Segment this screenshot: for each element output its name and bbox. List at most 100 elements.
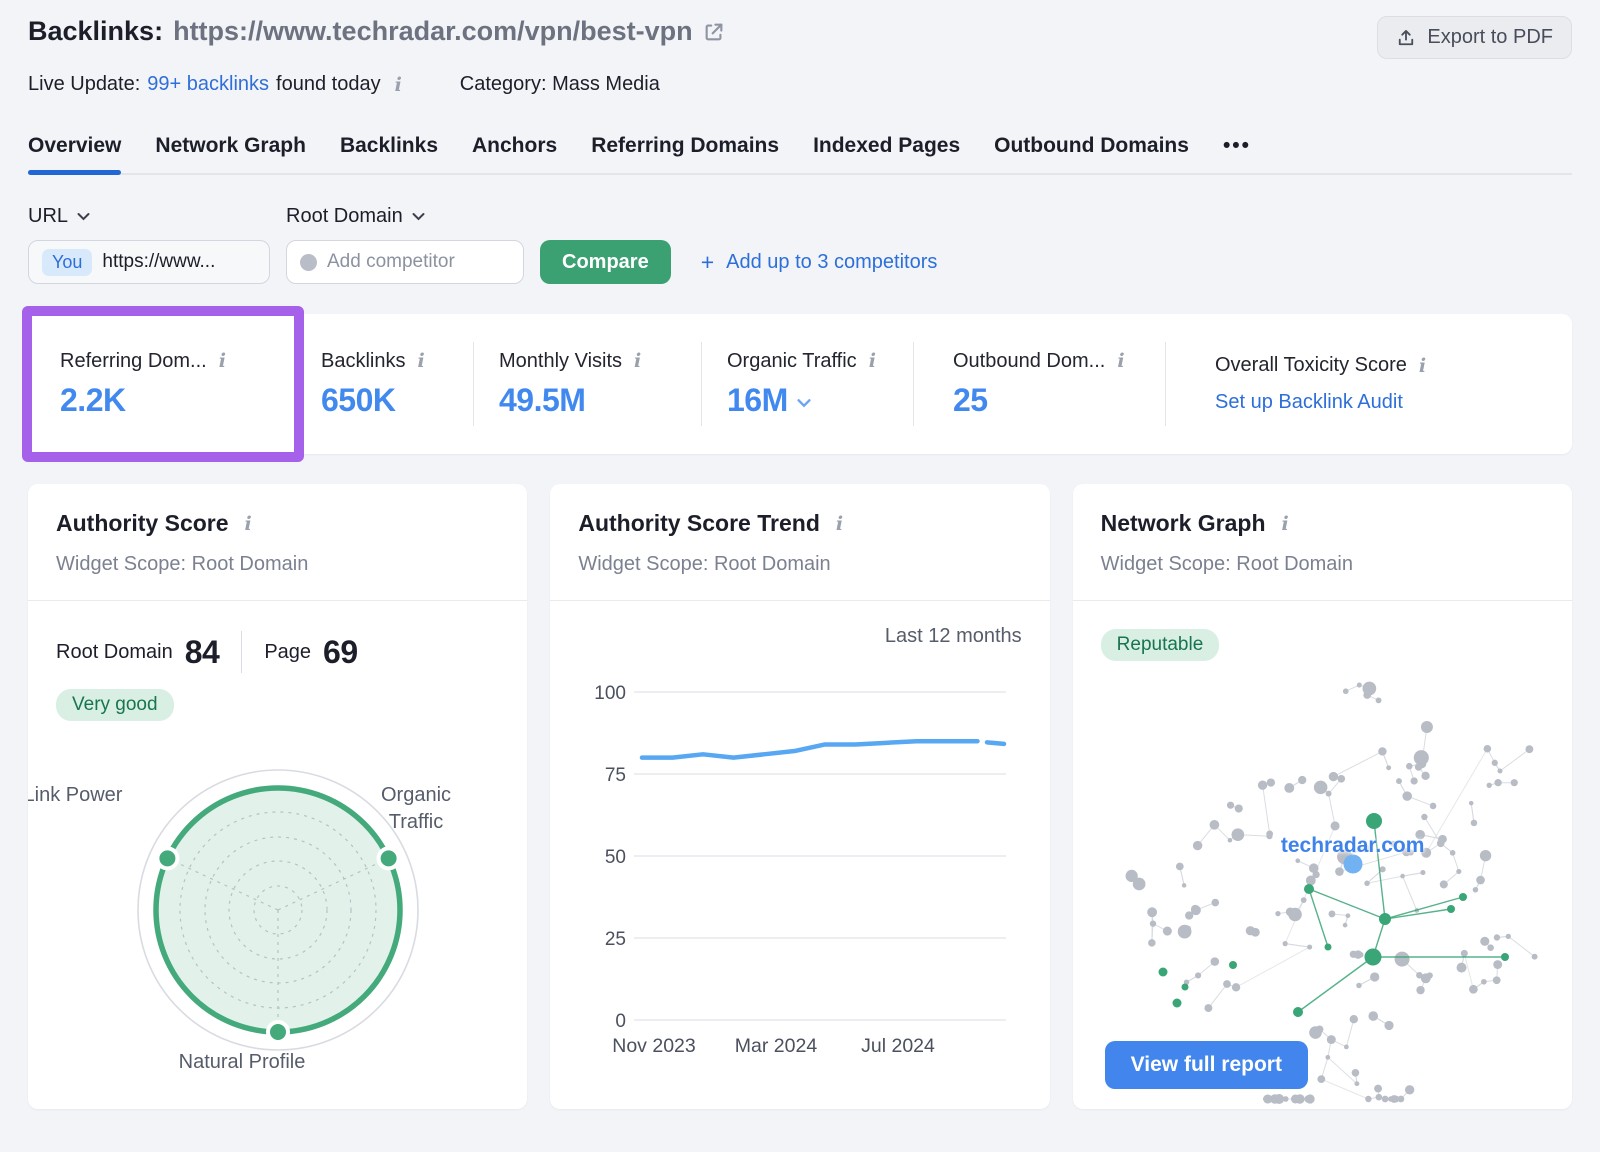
info-icon[interactable]: i xyxy=(393,74,404,96)
metric-label: Outbound Dom... xyxy=(953,350,1105,373)
divider xyxy=(241,631,242,673)
metric-organic-traffic[interactable]: Organic Traffic i 16M xyxy=(701,314,913,454)
compare-button[interactable]: Compare xyxy=(540,240,671,284)
favicon-placeholder-icon xyxy=(300,254,317,271)
tab-indexed-pages[interactable]: Indexed Pages xyxy=(813,134,960,173)
tab-anchors[interactable]: Anchors xyxy=(472,134,557,173)
root-domain-score-label: Root Domain xyxy=(56,641,173,664)
widget-scope-label: Widget Scope: Root Domain xyxy=(1101,553,1544,576)
page-title-url: https://www.techradar.com/vpn/best-vpn xyxy=(173,16,693,47)
authority-score-card: Authority Score i Widget Scope: Root Dom… xyxy=(28,484,527,1109)
live-update-suffix: found today xyxy=(276,73,381,96)
metric-monthly-visits[interactable]: Monthly Visits i 49.5M xyxy=(473,314,701,454)
info-icon[interactable]: i xyxy=(415,350,426,372)
metric-value: 650K xyxy=(321,382,473,419)
authority-score-radar: Link Power Organic Traffic Natural Profi… xyxy=(28,721,527,1101)
plus-icon: + xyxy=(701,249,714,276)
svg-text:50: 50 xyxy=(605,847,626,868)
url-scope-label: URL xyxy=(28,205,68,228)
metrics-bar: Referring Dom... i 2.2K Backlinks i 650K… xyxy=(28,314,1572,454)
export-to-pdf-label: Export to PDF xyxy=(1427,26,1553,49)
metric-value: 49.5M xyxy=(499,382,701,419)
tab-outbound-domains[interactable]: Outbound Domains xyxy=(994,134,1189,173)
backlinks-overview-page: Backlinks: https://www.techradar.com/vpn… xyxy=(0,0,1600,1152)
radar-point-link-power[interactable] xyxy=(157,848,177,868)
radar-axis-natural-profile: Natural Profile xyxy=(142,1049,342,1076)
svg-text:0: 0 xyxy=(616,1011,627,1032)
metric-label: Organic Traffic xyxy=(727,350,857,373)
export-to-pdf-button[interactable]: Export to PDF xyxy=(1377,16,1572,59)
metric-backlinks[interactable]: Backlinks i 650K xyxy=(305,314,473,454)
card-title: Authority Score xyxy=(56,510,229,537)
filter-selectors: URL Root Domain xyxy=(28,205,1572,228)
score-row: Root Domain 84 Page 69 xyxy=(28,601,527,673)
report-tabs: Overview Network Graph Backlinks Anchors… xyxy=(28,134,1572,175)
very-good-badge: Very good xyxy=(56,689,174,721)
svg-text:75: 75 xyxy=(605,765,626,786)
page-score-label: Page xyxy=(264,641,311,664)
page-score-value: 69 xyxy=(323,634,358,671)
tab-backlinks[interactable]: Backlinks xyxy=(340,134,438,173)
tab-overview[interactable]: Overview xyxy=(28,134,121,173)
card-title: Network Graph xyxy=(1101,510,1266,537)
page-header: Backlinks: https://www.techradar.com/vpn… xyxy=(28,0,1572,59)
svg-text:Jul 2024: Jul 2024 xyxy=(861,1035,935,1057)
widget-scope-label: Widget Scope: Root Domain xyxy=(578,553,1021,576)
target-url-input[interactable]: You https://www... xyxy=(28,240,270,284)
metric-overall-toxicity-score: Overall Toxicity Score i Set up Backlink… xyxy=(1165,314,1572,454)
chevron-down-icon[interactable] xyxy=(797,398,811,408)
radar-point-organic-traffic[interactable] xyxy=(379,848,399,868)
metric-value: 25 xyxy=(953,382,1165,419)
view-full-report-button[interactable]: View full report xyxy=(1105,1041,1308,1089)
network-center-domain-label: techradar.com xyxy=(1243,834,1463,858)
tabs-more-button[interactable]: ••• xyxy=(1223,134,1251,173)
radar-axis-link-power: Link Power xyxy=(28,782,128,809)
metric-value: 2.2K xyxy=(60,382,305,419)
root-domain-scope-selector[interactable]: Root Domain xyxy=(286,205,425,228)
root-domain-score-value: 84 xyxy=(185,634,220,671)
info-icon[interactable]: i xyxy=(243,513,254,535)
live-update-link[interactable]: 99+ backlinks xyxy=(147,73,269,96)
tab-network-graph[interactable]: Network Graph xyxy=(155,134,306,173)
metric-referring-domains[interactable]: Referring Dom... i 2.2K xyxy=(28,314,305,454)
add-competitors-label: Add up to 3 competitors xyxy=(726,251,937,274)
add-competitor-input[interactable] xyxy=(327,251,497,273)
live-update-label: Live Update: xyxy=(28,73,140,96)
page-title: Backlinks: https://www.techradar.com/vpn… xyxy=(28,16,725,47)
svg-text:100: 100 xyxy=(595,683,627,704)
metric-label: Overall Toxicity Score xyxy=(1215,354,1407,377)
metric-label: Referring Dom... xyxy=(60,350,207,373)
chevron-down-icon xyxy=(412,212,425,221)
svg-text:Mar 2024: Mar 2024 xyxy=(735,1035,818,1057)
compare-inputs-row: You https://www... Compare + Add up to 3… xyxy=(28,240,1572,284)
tab-referring-domains[interactable]: Referring Domains xyxy=(591,134,779,173)
add-competitors-link[interactable]: + Add up to 3 competitors xyxy=(701,249,938,276)
metrics-summary: Referring Dom... i 2.2K Backlinks i 650K… xyxy=(28,314,1572,454)
upload-icon xyxy=(1396,28,1416,48)
reputable-badge: Reputable xyxy=(1101,629,1220,661)
widget-scope-label: Widget Scope: Root Domain xyxy=(56,553,499,576)
metric-value: 16M xyxy=(727,382,788,419)
you-badge: You xyxy=(42,249,92,276)
info-icon[interactable]: i xyxy=(834,513,845,535)
info-icon[interactable]: i xyxy=(632,350,643,372)
metric-label: Backlinks xyxy=(321,350,405,373)
page-title-label: Backlinks: xyxy=(28,16,163,47)
widget-cards: Authority Score i Widget Scope: Root Dom… xyxy=(28,484,1572,1109)
info-icon[interactable]: i xyxy=(1280,513,1291,535)
info-icon[interactable]: i xyxy=(1115,350,1126,372)
metric-outbound-domains[interactable]: Outbound Dom... i 25 xyxy=(913,314,1165,454)
svg-text:25: 25 xyxy=(605,929,626,950)
metric-label: Monthly Visits xyxy=(499,350,622,373)
info-icon[interactable]: i xyxy=(1417,355,1428,377)
url-scope-selector[interactable]: URL xyxy=(28,205,286,228)
info-icon[interactable]: i xyxy=(867,350,878,372)
radar-point-natural-profile[interactable] xyxy=(268,1022,288,1042)
chevron-down-icon xyxy=(77,212,90,221)
add-competitor-field[interactable] xyxy=(286,240,524,284)
external-link-icon[interactable] xyxy=(703,21,725,43)
subtitle-row: Live Update: 99+ backlinks found today i… xyxy=(28,73,1572,96)
root-domain-scope-label: Root Domain xyxy=(286,205,403,228)
setup-backlink-audit-link[interactable]: Set up Backlink Audit xyxy=(1215,391,1572,414)
info-icon[interactable]: i xyxy=(217,350,228,372)
